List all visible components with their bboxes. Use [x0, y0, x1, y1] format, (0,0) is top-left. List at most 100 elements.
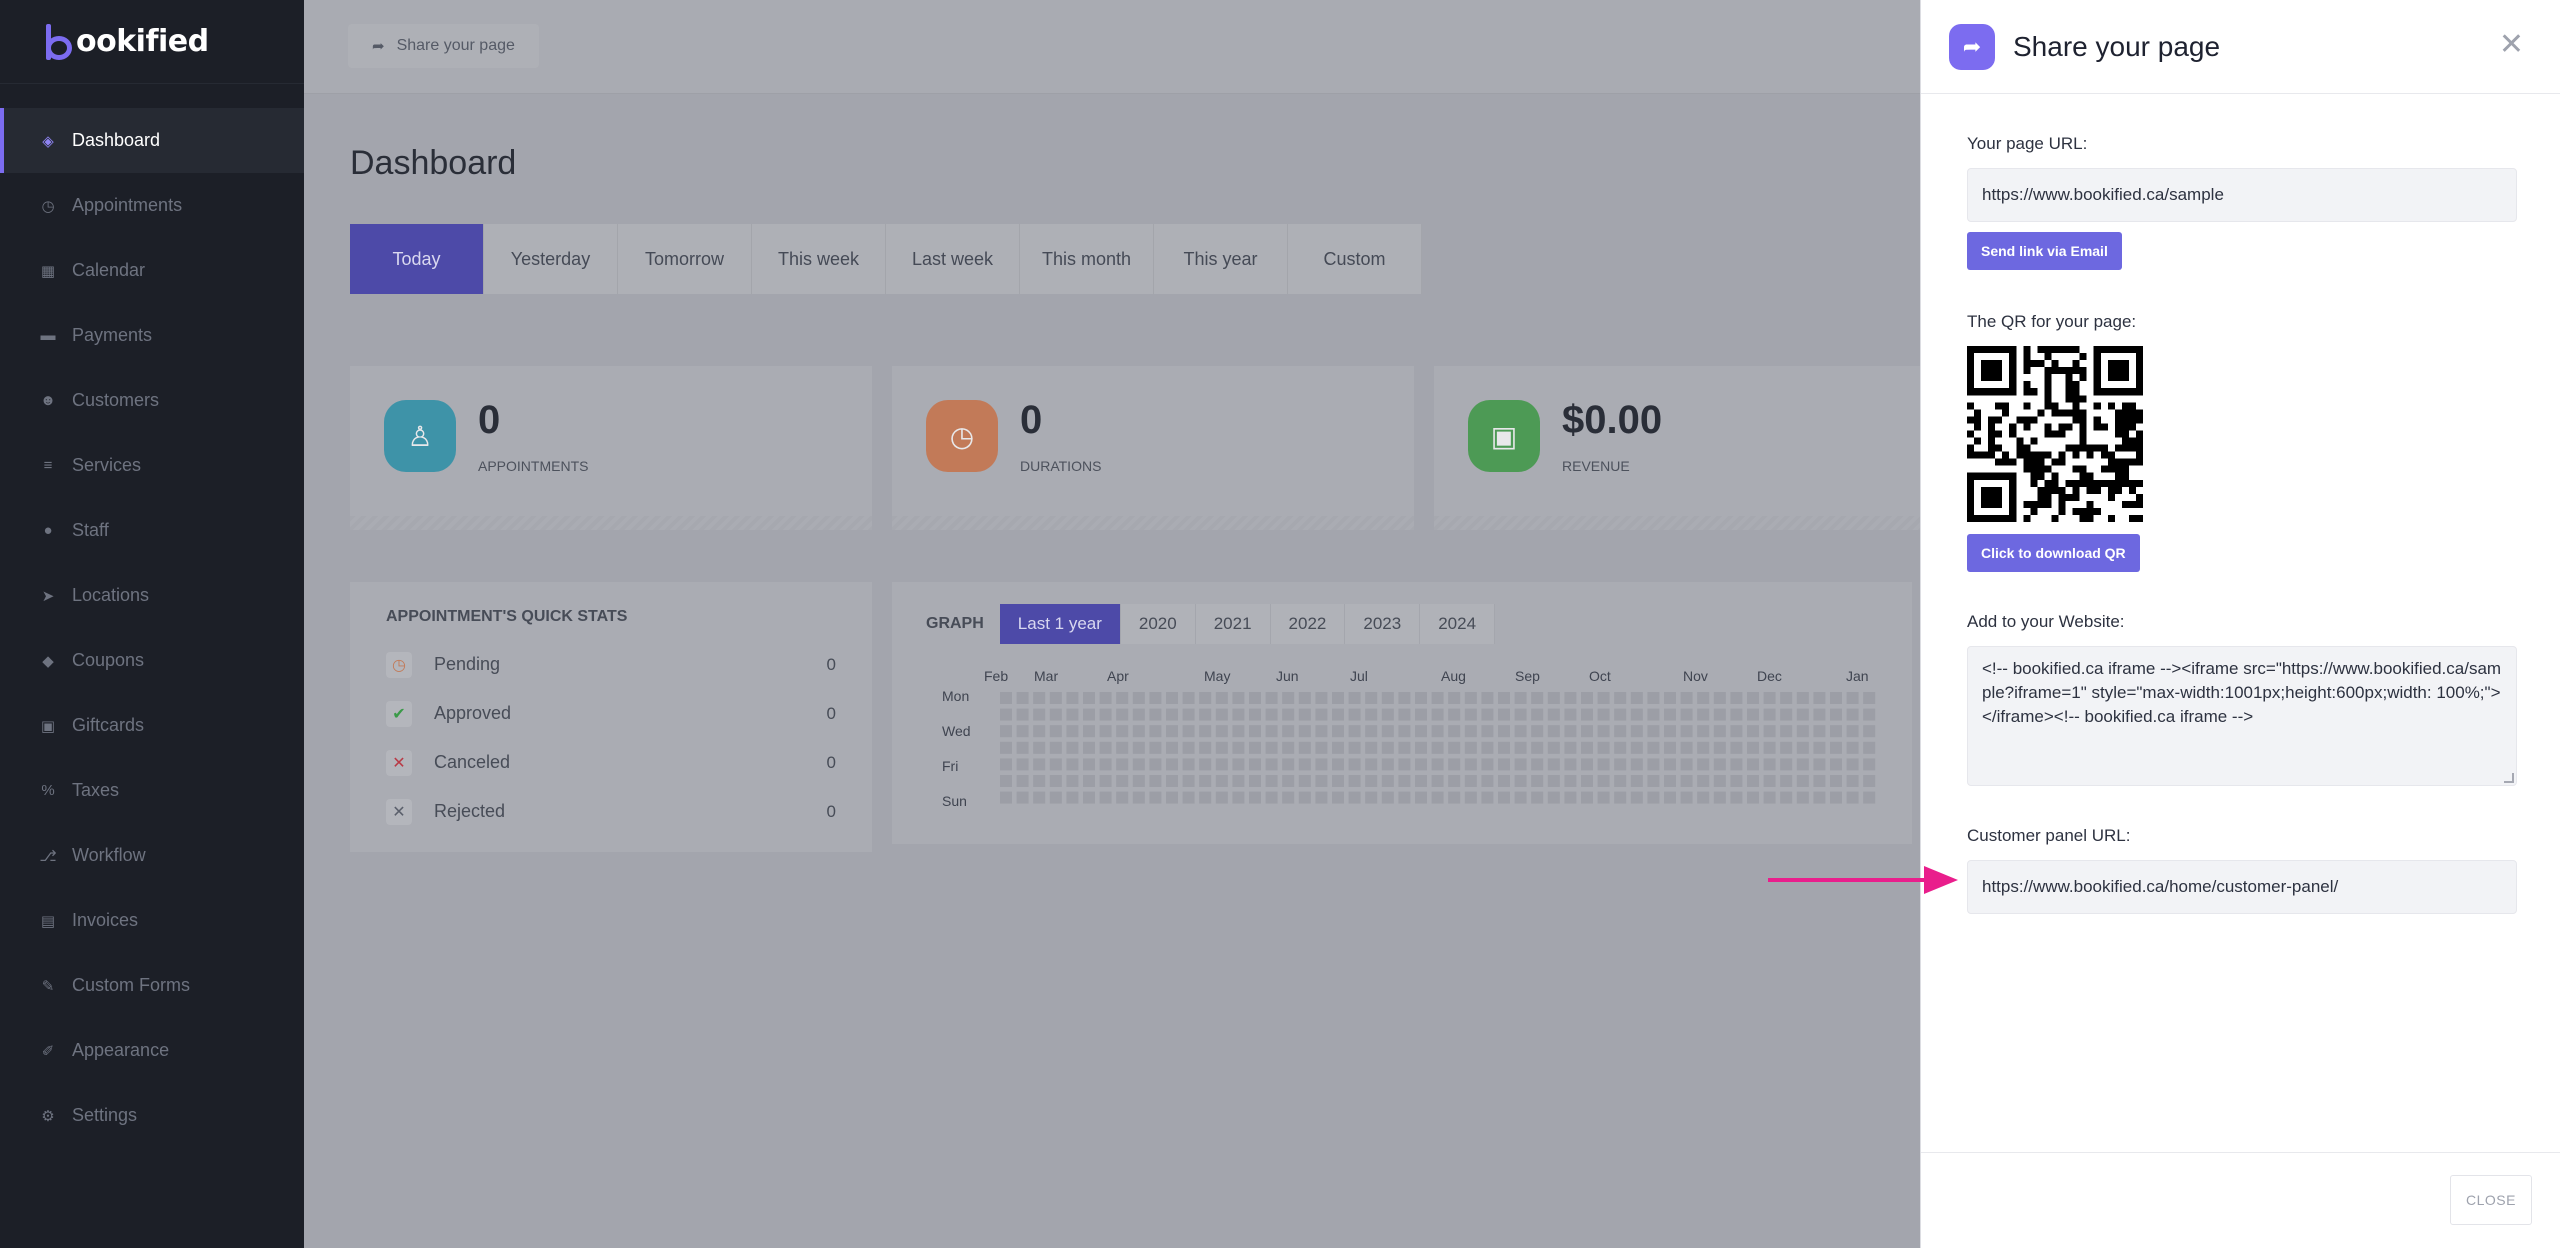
heatmap-cell: [1630, 692, 1643, 704]
heatmap-cell: [1597, 725, 1610, 738]
percent-icon: %: [41, 782, 55, 799]
close-icon[interactable]: ✕: [2499, 30, 2524, 60]
heatmap-cell: [1730, 708, 1743, 721]
heatmap-cell: [1846, 791, 1859, 804]
graph-range-2024[interactable]: 2024: [1420, 604, 1496, 644]
heatmap-cell: [1780, 741, 1793, 754]
sidebar-item-label: Settings: [72, 1105, 138, 1125]
graph-range-2022[interactable]: 2022: [1270, 604, 1346, 644]
heatmap-cell: [1863, 791, 1876, 804]
heatmap-cell: [1315, 775, 1328, 787]
wallet-icon: ▣: [1468, 400, 1540, 472]
sidebar-item-settings[interactable]: ⚙ Settings: [0, 1083, 304, 1148]
stat-value: 0: [478, 398, 501, 442]
check-icon: ✔: [386, 700, 412, 727]
download-qr-button[interactable]: Click to download QR: [1967, 534, 2140, 572]
heatmap-cell: [1830, 741, 1842, 754]
tab-this-year[interactable]: This year: [1154, 224, 1288, 294]
heatmap-cell: [1249, 708, 1261, 721]
heatmap-cell: [1398, 758, 1411, 771]
heatmap-cell: [1796, 775, 1809, 787]
heatmap-cell: [1597, 692, 1610, 704]
heatmap-cell: [1083, 741, 1095, 754]
quick-stat-pending: ◷ Pending 0: [386, 640, 836, 689]
heatmap-cell: [1763, 692, 1776, 704]
heatmap-cell: [1830, 758, 1842, 771]
heatmap-cell: [1747, 725, 1759, 738]
share-page-button[interactable]: ➦ Share your page: [348, 24, 539, 68]
clock-icon: ◷: [41, 197, 55, 215]
heatmap-cell: [1381, 692, 1394, 704]
tab-tomorrow[interactable]: Tomorrow: [618, 224, 752, 294]
graph-month-label: May: [1204, 668, 1231, 684]
sidebar-item-calendar[interactable]: ▦ Calendar: [0, 238, 304, 303]
tab-last-week[interactable]: Last week: [886, 224, 1020, 294]
graph-month-label: Feb: [984, 668, 1009, 684]
sidebar-item-customers[interactable]: ☻ Customers: [0, 368, 304, 433]
heatmap-cell: [1381, 775, 1394, 787]
graph-month-label: Mar: [1034, 668, 1059, 684]
embed-code-textarea[interactable]: <!-- bookified.ca iframe --><iframe src=…: [1967, 646, 2517, 786]
tab-today[interactable]: Today: [350, 224, 484, 294]
heatmap-cell: [1033, 692, 1046, 704]
sidebar-item-coupons[interactable]: ◆ Coupons: [0, 628, 304, 693]
brand-logo[interactable]: ookified: [0, 0, 304, 84]
sidebar-item-label: Custom Forms: [72, 975, 191, 995]
sidebar-item-taxes[interactable]: % Taxes: [0, 758, 304, 823]
send-email-button[interactable]: Send link via Email: [1967, 232, 2122, 270]
heatmap-cell: [1597, 708, 1610, 721]
heatmap-cell: [1581, 692, 1593, 704]
heatmap-cell: [1099, 708, 1112, 721]
quick-stat-label: Approved: [434, 703, 512, 723]
heatmap-cell: [1149, 791, 1162, 804]
tab-this-week[interactable]: This week: [752, 224, 886, 294]
heatmap-cell: [1282, 758, 1295, 771]
sidebar-item-appointments[interactable]: ◷ Appointments: [0, 173, 304, 238]
sidebar-item-giftcards[interactable]: ▣ Giftcards: [0, 693, 304, 758]
heatmap-cell: [1830, 791, 1842, 804]
sidebar-item-locations[interactable]: ➤ Locations: [0, 563, 304, 628]
sidebar-item-staff[interactable]: ● Staff: [0, 498, 304, 563]
tab-yesterday[interactable]: Yesterday: [484, 224, 618, 294]
tab-custom[interactable]: Custom: [1288, 224, 1422, 294]
sidebar-item-appearance[interactable]: ✐ Appearance: [0, 1018, 304, 1083]
heatmap-cell: [1647, 708, 1660, 721]
tab-this-month[interactable]: This month: [1020, 224, 1154, 294]
heatmap-cell: [1398, 741, 1411, 754]
page-url-field[interactable]: https://www.bookified.ca/sample: [1967, 168, 2517, 222]
graph-range-2023[interactable]: 2023: [1345, 604, 1421, 644]
sidebar-item-label: Staff: [72, 520, 109, 540]
heatmap-cell: [1199, 741, 1212, 754]
sidebar-item-payments[interactable]: ▬ Payments: [0, 303, 304, 368]
calendar-icon: ▦: [40, 262, 56, 280]
customer-panel-url-field[interactable]: https://www.bookified.ca/home/customer-p…: [1967, 860, 2517, 914]
heatmap-cell: [1697, 725, 1710, 738]
heatmap-cell: [1033, 741, 1046, 754]
heatmap-cell: [1697, 692, 1710, 704]
sidebar-item-label: Workflow: [72, 845, 146, 865]
heatmap-cell: [1730, 725, 1743, 738]
heatmap-cell: [1398, 791, 1411, 804]
heatmap-cell: [1780, 708, 1793, 721]
sidebar-item-workflow[interactable]: ⎇ Workflow: [0, 823, 304, 888]
heatmap-cell: [1182, 741, 1195, 754]
sidebar-item-custom-forms[interactable]: ✎ Custom Forms: [0, 953, 304, 1018]
heatmap-cell: [1132, 741, 1145, 754]
heatmap-cell: [1415, 692, 1427, 704]
sidebar-item-invoices[interactable]: ▤ Invoices: [0, 888, 304, 953]
graph-months: Feb Mar Apr May Jun Jul Aug Sep Oct Nov Dec Jan: [984, 668, 1872, 688]
sidebar-item-dashboard[interactable]: ◈ Dashboard: [0, 108, 304, 173]
graph-range-2020[interactable]: 2020: [1120, 604, 1196, 644]
graph-month-label: Jul: [1350, 668, 1368, 684]
heatmap-cell: [1581, 708, 1593, 721]
close-button[interactable]: CLOSE: [2450, 1175, 2532, 1225]
heatmap-cell: [1481, 692, 1494, 704]
graph-range-last-1-year[interactable]: Last 1 year: [999, 604, 1121, 644]
resize-handle-icon[interactable]: [2504, 773, 2514, 783]
graph-month-label: Aug: [1441, 668, 1466, 684]
sidebar-item-services[interactable]: ≡ Services: [0, 433, 304, 498]
graph-range-2021[interactable]: 2021: [1195, 604, 1271, 644]
brush-icon: ✐: [41, 1042, 55, 1060]
heatmap-cell: [1863, 775, 1876, 787]
heatmap-cell: [1597, 775, 1610, 787]
